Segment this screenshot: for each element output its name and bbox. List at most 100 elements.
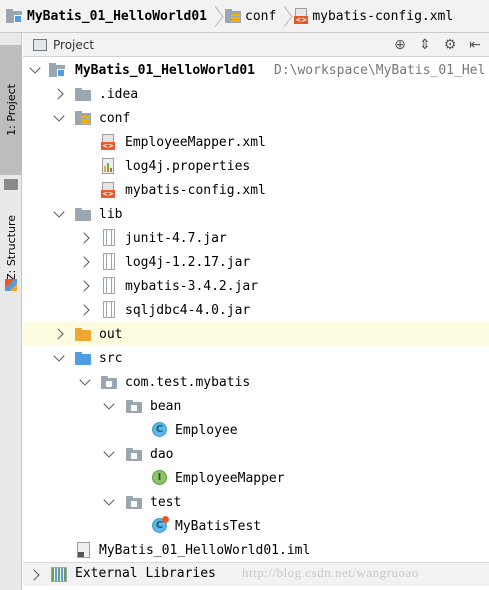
jar-icon (103, 301, 115, 318)
runnable-class-icon: C (152, 516, 169, 533)
tree-label: .idea (99, 86, 139, 102)
xml-file-icon: <> (101, 182, 115, 198)
chevron-down-icon[interactable] (79, 376, 91, 388)
breadcrumb-label: MyBatis_01_HelloWorld01 (27, 8, 208, 24)
interface-icon: I (152, 470, 167, 485)
tree-row-class[interactable]: C Employee (23, 418, 489, 442)
tree-row-bean[interactable]: bean (23, 394, 489, 418)
tree-row-package[interactable]: com.test.mybatis (23, 370, 489, 394)
jar-icon (103, 229, 115, 246)
structure-stripe-icon (5, 279, 17, 291)
jar-icon (103, 253, 115, 270)
jar-icon (103, 277, 115, 294)
tree-row-conf[interactable]: conf (23, 106, 489, 130)
tab-structure-label: Z: Structure (4, 215, 18, 281)
breadcrumb-separator (211, 0, 221, 33)
chevron-down-icon[interactable] (53, 112, 65, 124)
chevron-right-icon[interactable] (79, 232, 91, 244)
source-folder-icon (75, 352, 91, 365)
chevron-down-icon[interactable] (53, 352, 65, 364)
tree-row-jar[interactable]: log4j-1.2.17.jar (23, 250, 489, 274)
breadcrumb: MyBatis_01_HelloWorld01 conf <> mybatis-… (0, 0, 489, 33)
tree-row-idea[interactable]: .idea (23, 82, 489, 106)
chevron-down-icon[interactable] (29, 64, 41, 76)
tree-row-jar[interactable]: mybatis-3.4.2.jar (23, 274, 489, 298)
breadcrumb-label: conf (245, 8, 277, 24)
breadcrumb-label: mybatis-config.xml (312, 8, 454, 24)
tree-label: out (99, 326, 123, 342)
watermark: http://blog.csdn.net/wangruoao (242, 565, 419, 580)
chevron-down-icon[interactable] (103, 448, 115, 460)
tree-label: EmployeeMapper.xml (125, 134, 266, 150)
chevron-down-icon[interactable] (53, 208, 65, 220)
tree-label: src (99, 350, 123, 366)
chevron-down-icon[interactable] (103, 400, 115, 412)
config-folder-icon (225, 9, 242, 23)
chevron-right-icon[interactable] (79, 256, 91, 268)
tree-row-lib[interactable]: lib (23, 202, 489, 226)
chevron-right-icon[interactable] (53, 328, 65, 340)
tree-row-file[interactable]: <> mybatis-config.xml (23, 178, 489, 202)
tree-label: test (150, 494, 182, 510)
chevron-down-icon[interactable] (103, 496, 115, 508)
tree-root-path: D:\workspace\MyBatis_01_Hel (274, 62, 486, 78)
chevron-right-icon[interactable] (79, 304, 91, 316)
gear-icon[interactable]: ⚙ (442, 37, 458, 53)
package-icon (126, 496, 142, 509)
project-stripe-icon (4, 179, 18, 190)
tree-row-interface[interactable]: I EmployeeMapper (23, 466, 489, 490)
tree-label: Employee (175, 422, 238, 438)
tree-label: dao (150, 446, 174, 462)
class-icon: C (152, 422, 167, 437)
tree-label: com.test.mybatis (125, 374, 251, 390)
tree-label: log4j-1.2.17.jar (125, 254, 251, 270)
locate-icon[interactable]: ⊕ (392, 37, 408, 53)
collapse-icon[interactable]: ⇕ (417, 37, 433, 53)
tree-label: EmployeeMapper (175, 470, 285, 486)
tree-label: lib (99, 206, 123, 222)
output-folder-icon (75, 328, 91, 341)
xml-file-icon: <> (294, 8, 309, 24)
tree-root-label: MyBatis_01_HelloWorld01 (75, 62, 256, 78)
module-folder-icon (6, 9, 23, 23)
tab-project[interactable]: 1: Project (0, 45, 22, 175)
tree-row-jar[interactable]: junit-4.7.jar (23, 226, 489, 250)
tree-label: MyBatisTest (175, 518, 262, 534)
package-icon (126, 448, 142, 461)
breadcrumb-item-conf[interactable]: conf (225, 0, 280, 33)
hide-icon[interactable]: ⇤ (467, 37, 483, 53)
project-tree: MyBatis_01_HelloWorld01 D:\workspace\MyB… (23, 58, 489, 562)
tree-row-jar[interactable]: sqljdbc4-4.0.jar (23, 298, 489, 322)
chevron-right-icon[interactable] (29, 569, 41, 581)
config-folder-icon (75, 111, 91, 125)
tree-row-iml[interactable]: MyBatis_01_HelloWorld01.iml (23, 538, 489, 562)
tree-label: conf (99, 110, 131, 126)
tree-row-test[interactable]: test (23, 490, 489, 514)
chevron-right-icon[interactable] (53, 88, 65, 100)
tree-row-file[interactable]: log4j.properties (23, 154, 489, 178)
tree-label: mybatis-config.xml (125, 182, 266, 198)
tree-label: mybatis-3.4.2.jar (125, 278, 259, 294)
tree-label: bean (150, 398, 182, 414)
tree-row-class[interactable]: C MyBatisTest (23, 514, 489, 538)
tree-label: log4j.properties (125, 158, 251, 174)
tree-label: sqljdbc4-4.0.jar (125, 302, 251, 318)
breadcrumb-item-module[interactable]: MyBatis_01_HelloWorld01 (6, 0, 211, 33)
tree-row-dao[interactable]: dao (23, 442, 489, 466)
tree-row-out[interactable]: out (23, 322, 489, 346)
tree-row-root[interactable]: MyBatis_01_HelloWorld01 D:\workspace\MyB… (23, 58, 489, 82)
project-view-icon (33, 38, 47, 51)
tab-project-label: 1: Project (4, 84, 18, 136)
tree-label: MyBatis_01_HelloWorld01.iml (99, 542, 311, 558)
tree-row-src[interactable]: src (23, 346, 489, 370)
external-libraries-icon (51, 567, 67, 582)
tree-row-file[interactable]: <> EmployeeMapper.xml (23, 130, 489, 154)
breadcrumb-item-mybatis-config[interactable]: <> mybatis-config.xml (294, 0, 457, 33)
folder-icon (75, 88, 91, 101)
tree-label: junit-4.7.jar (125, 230, 227, 246)
tree-label: External Libraries (75, 566, 216, 581)
module-file-icon (77, 542, 90, 558)
chevron-right-icon[interactable] (79, 280, 91, 292)
tool-window-stripe: 1: Project Z: Structure (0, 33, 22, 590)
module-folder-icon (49, 63, 66, 77)
